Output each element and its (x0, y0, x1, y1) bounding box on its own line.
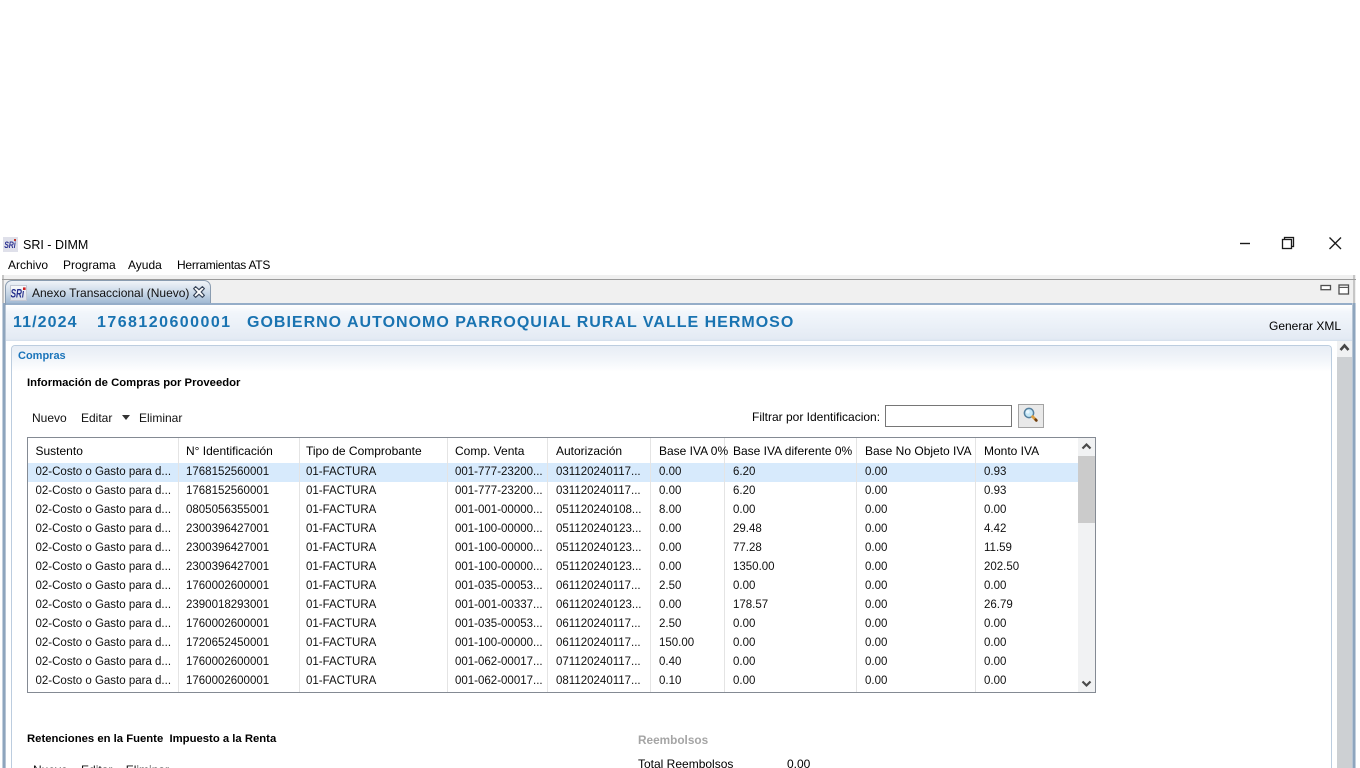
svg-text:SRi: SRi (4, 240, 16, 251)
svg-text:SRi: SRi (11, 289, 25, 301)
